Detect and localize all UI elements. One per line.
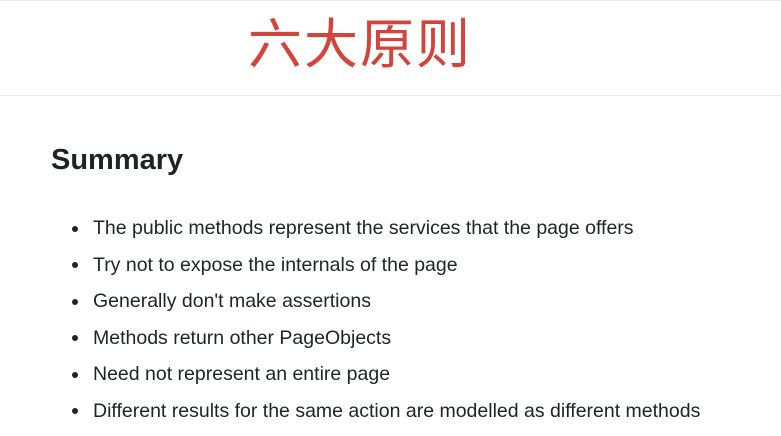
summary-section: Summary The public methods represent the… <box>0 96 781 436</box>
summary-heading: Summary <box>51 144 184 176</box>
bullet-icon <box>72 298 78 305</box>
banner-title: 六大原则 <box>248 13 472 76</box>
bullet-icon <box>72 335 78 342</box>
list-item: Need not represent an entire page <box>72 356 777 393</box>
list-item: Try not to expose the internals of the p… <box>72 247 777 284</box>
bullet-icon <box>72 371 78 378</box>
list-item-text: Methods return other PageObjects <box>93 326 392 349</box>
list-item-text: Need not represent an entire page <box>93 363 391 386</box>
bullet-icon <box>72 262 78 269</box>
title-banner: 六大原则 <box>0 0 781 96</box>
bullet-icon <box>72 408 78 415</box>
list-item-text: Generally don't make assertions <box>93 290 371 313</box>
list-item-text: The public methods represent the service… <box>93 217 634 239</box>
summary-list: The public methods represent the service… <box>72 210 777 430</box>
list-item-text: Different results for the same action ar… <box>93 399 701 422</box>
list-item: The public methods represent the service… <box>72 210 777 247</box>
list-item-text: Try not to expose the internals of the p… <box>93 253 458 276</box>
list-item: Generally don't make assertions <box>72 283 777 320</box>
list-item: Methods return other PageObjects <box>72 320 777 357</box>
list-item: Different results for the same action ar… <box>72 393 777 430</box>
bullet-icon <box>72 225 78 232</box>
